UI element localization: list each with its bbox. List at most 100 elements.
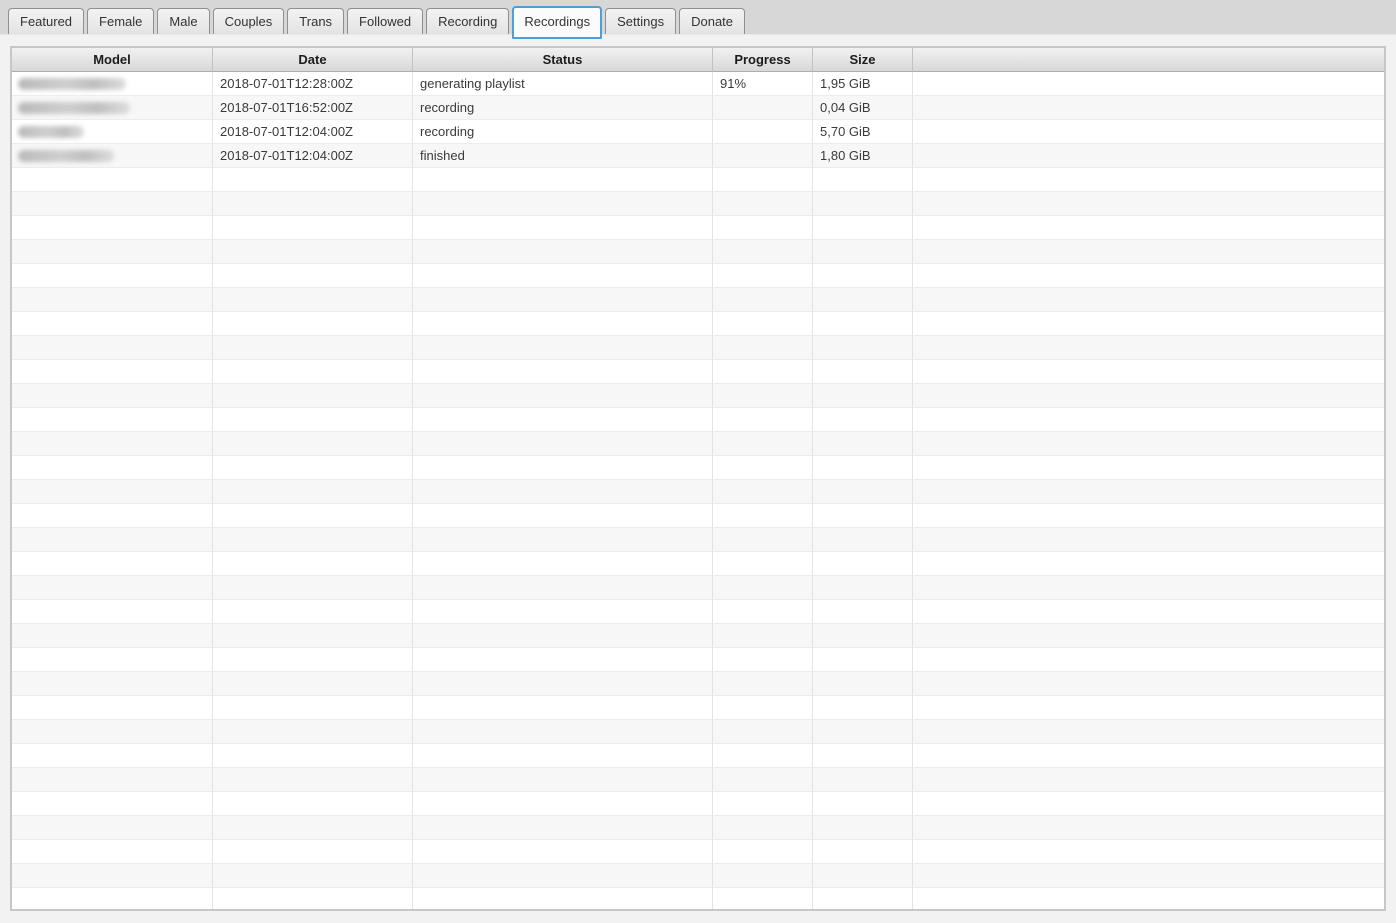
filler-cell bbox=[913, 696, 1384, 720]
filler-cell bbox=[913, 600, 1384, 624]
date-cell bbox=[213, 888, 413, 911]
tab-featured[interactable]: Featured bbox=[8, 8, 84, 34]
table-row[interactable] bbox=[12, 456, 1384, 480]
column-header-size[interactable]: Size bbox=[813, 48, 913, 72]
table-row[interactable] bbox=[12, 576, 1384, 600]
filler-cell bbox=[913, 240, 1384, 264]
model-cell bbox=[12, 144, 213, 168]
tab-followed[interactable]: Followed bbox=[347, 8, 423, 34]
tab-settings[interactable]: Settings bbox=[605, 8, 676, 34]
model-cell bbox=[12, 600, 213, 624]
progress-cell bbox=[713, 576, 813, 600]
table-row[interactable] bbox=[12, 888, 1384, 911]
model-cell bbox=[12, 216, 213, 240]
redacted-model-name bbox=[18, 126, 84, 138]
tab-recordings[interactable]: Recordings bbox=[512, 6, 602, 39]
table-row[interactable] bbox=[12, 528, 1384, 552]
date-cell bbox=[213, 792, 413, 816]
table-row[interactable] bbox=[12, 624, 1384, 648]
status-cell bbox=[413, 624, 713, 648]
column-header-progress[interactable]: Progress bbox=[713, 48, 813, 72]
table-row[interactable] bbox=[12, 864, 1384, 888]
table-row[interactable] bbox=[12, 312, 1384, 336]
date-cell bbox=[213, 192, 413, 216]
model-cell bbox=[12, 240, 213, 264]
table-row[interactable] bbox=[12, 432, 1384, 456]
tab-bar: FeaturedFemaleMaleCouplesTransFollowedRe… bbox=[0, 0, 1396, 35]
status-cell: generating playlist bbox=[413, 72, 713, 96]
date-cell bbox=[213, 864, 413, 888]
tab-donate[interactable]: Donate bbox=[679, 8, 745, 34]
model-cell bbox=[12, 864, 213, 888]
status-cell bbox=[413, 888, 713, 911]
date-cell bbox=[213, 240, 413, 264]
size-cell bbox=[813, 528, 913, 552]
table-row[interactable] bbox=[12, 552, 1384, 576]
tab-female[interactable]: Female bbox=[87, 8, 154, 34]
table-row[interactable] bbox=[12, 264, 1384, 288]
table-row[interactable] bbox=[12, 768, 1384, 792]
status-cell bbox=[413, 456, 713, 480]
table-row[interactable] bbox=[12, 360, 1384, 384]
table-row[interactable] bbox=[12, 744, 1384, 768]
model-cell bbox=[12, 744, 213, 768]
status-cell bbox=[413, 360, 713, 384]
progress-cell bbox=[713, 240, 813, 264]
size-cell bbox=[813, 384, 913, 408]
progress-cell bbox=[713, 456, 813, 480]
model-cell bbox=[12, 264, 213, 288]
progress-cell bbox=[713, 408, 813, 432]
table-row[interactable] bbox=[12, 192, 1384, 216]
table-row[interactable]: 2018-07-01T16:52:00Zrecording0,04 GiB bbox=[12, 96, 1384, 120]
column-header-date[interactable]: Date bbox=[213, 48, 413, 72]
size-cell bbox=[813, 600, 913, 624]
table-row[interactable] bbox=[12, 336, 1384, 360]
model-cell bbox=[12, 816, 213, 840]
filler-cell bbox=[913, 672, 1384, 696]
model-cell bbox=[12, 72, 213, 96]
tab-trans[interactable]: Trans bbox=[287, 8, 344, 34]
table-row[interactable] bbox=[12, 288, 1384, 312]
filler-cell bbox=[913, 624, 1384, 648]
status-cell bbox=[413, 288, 713, 312]
table-row[interactable] bbox=[12, 504, 1384, 528]
filler-cell bbox=[913, 552, 1384, 576]
table-row[interactable] bbox=[12, 168, 1384, 192]
table-row[interactable] bbox=[12, 216, 1384, 240]
table-row[interactable] bbox=[12, 240, 1384, 264]
table-row[interactable] bbox=[12, 408, 1384, 432]
table-row[interactable] bbox=[12, 384, 1384, 408]
model-cell bbox=[12, 432, 213, 456]
table-row[interactable] bbox=[12, 816, 1384, 840]
status-cell bbox=[413, 504, 713, 528]
table-row[interactable] bbox=[12, 672, 1384, 696]
filler-cell bbox=[913, 288, 1384, 312]
status-cell bbox=[413, 384, 713, 408]
size-cell bbox=[813, 312, 913, 336]
model-cell bbox=[12, 792, 213, 816]
date-cell bbox=[213, 216, 413, 240]
tab-couples[interactable]: Couples bbox=[213, 8, 285, 34]
tab-male[interactable]: Male bbox=[157, 8, 209, 34]
table-row[interactable] bbox=[12, 696, 1384, 720]
date-cell bbox=[213, 432, 413, 456]
table-row[interactable] bbox=[12, 648, 1384, 672]
table-row[interactable] bbox=[12, 792, 1384, 816]
table-row[interactable] bbox=[12, 840, 1384, 864]
tab-recording[interactable]: Recording bbox=[426, 8, 509, 34]
table-row[interactable]: 2018-07-01T12:04:00Zrecording5,70 GiB bbox=[12, 120, 1384, 144]
table-row[interactable] bbox=[12, 600, 1384, 624]
table-row[interactable] bbox=[12, 720, 1384, 744]
column-header-model[interactable]: Model bbox=[12, 48, 213, 72]
table-row[interactable]: 2018-07-01T12:04:00Zfinished1,80 GiB bbox=[12, 144, 1384, 168]
table-row[interactable] bbox=[12, 480, 1384, 504]
table-row[interactable]: 2018-07-01T12:28:00Zgenerating playlist9… bbox=[12, 72, 1384, 96]
progress-cell bbox=[713, 528, 813, 552]
status-cell bbox=[413, 672, 713, 696]
status-cell bbox=[413, 336, 713, 360]
progress-cell bbox=[713, 552, 813, 576]
date-cell bbox=[213, 696, 413, 720]
status-cell: recording bbox=[413, 120, 713, 144]
column-header-status[interactable]: Status bbox=[413, 48, 713, 72]
status-cell bbox=[413, 480, 713, 504]
